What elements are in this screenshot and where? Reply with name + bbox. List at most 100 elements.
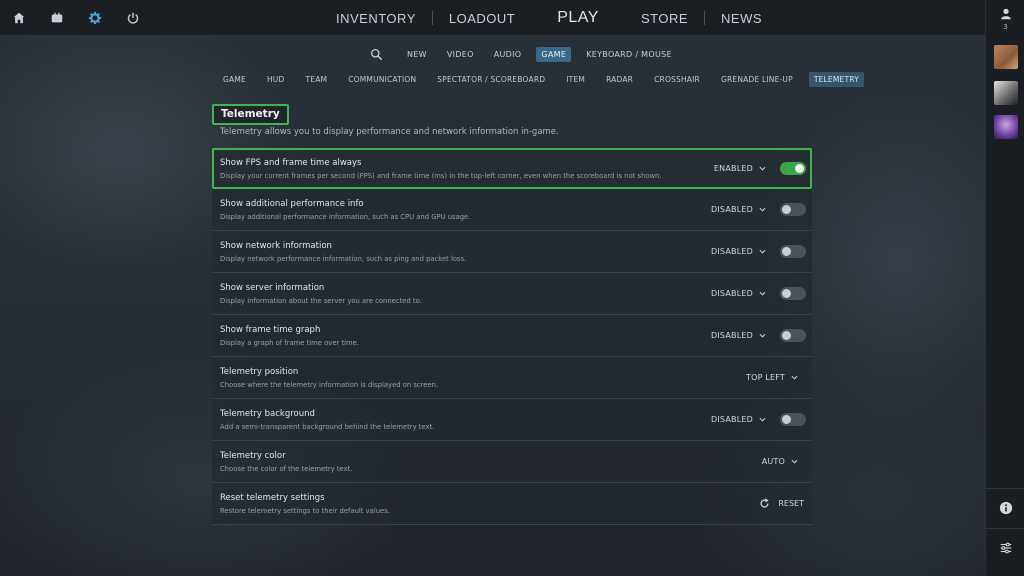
toggle-knob bbox=[782, 247, 791, 256]
info-icon bbox=[999, 501, 1012, 515]
friend-avatar[interactable] bbox=[994, 45, 1018, 69]
friend-avatar[interactable] bbox=[994, 115, 1018, 139]
setting-dropdown[interactable]: DISABLED bbox=[711, 415, 766, 424]
setting-row-server-info[interactable]: Show server information Display informat… bbox=[212, 273, 812, 315]
toggle-knob bbox=[782, 289, 791, 298]
settings-button[interactable] bbox=[76, 0, 114, 36]
category-item[interactable]: ITEM bbox=[561, 72, 590, 87]
home-icon bbox=[13, 12, 25, 24]
setting-toggle[interactable] bbox=[780, 329, 806, 342]
chevron-down-icon bbox=[759, 249, 766, 254]
setting-row-telemetry-background[interactable]: Telemetry background Add a semi-transpar… bbox=[212, 399, 812, 441]
chevron-down-icon bbox=[759, 166, 766, 171]
setting-dropdown[interactable]: DISABLED bbox=[711, 247, 766, 256]
setting-description: Display network performance information,… bbox=[220, 255, 467, 263]
toggle-knob bbox=[782, 331, 791, 340]
section-description: Telemetry allows you to display performa… bbox=[220, 127, 559, 137]
top-icon-group bbox=[0, 0, 152, 36]
power-icon bbox=[127, 12, 139, 24]
setting-value: TOP LEFT bbox=[745, 373, 785, 382]
nav-play[interactable]: PLAY bbox=[531, 9, 625, 27]
setting-row-telemetry-color[interactable]: Telemetry color Choose the color of the … bbox=[212, 441, 812, 483]
setting-description: Display information about the server you… bbox=[220, 297, 422, 305]
tab-audio[interactable]: AUDIO bbox=[489, 47, 527, 62]
main-nav: INVENTORY LOADOUT PLAY STORE NEWS bbox=[320, 0, 778, 36]
setting-description: Choose where the telemetry information i… bbox=[220, 381, 439, 389]
category-grenade-lineup[interactable]: GRENADE LINE-UP bbox=[716, 72, 798, 87]
top-bar: INVENTORY LOADOUT PLAY STORE NEWS bbox=[0, 0, 985, 36]
toggle-knob bbox=[782, 205, 791, 214]
setting-dropdown[interactable]: TOP LEFT bbox=[746, 373, 798, 382]
sliders-button[interactable] bbox=[986, 540, 1024, 559]
category-hud[interactable]: HUD bbox=[262, 72, 290, 87]
info-button[interactable] bbox=[986, 500, 1024, 519]
category-communication[interactable]: COMMUNICATION bbox=[343, 72, 421, 87]
setting-description: Display your current frames per second (… bbox=[220, 172, 662, 180]
settings-list: Show FPS and frame time always Display y… bbox=[212, 148, 812, 525]
setting-row-network-info[interactable]: Show network information Display network… bbox=[212, 231, 812, 273]
friends-button[interactable]: 3 bbox=[986, 6, 1024, 31]
setting-row-show-fps[interactable]: Show FPS and frame time always Display y… bbox=[212, 148, 812, 189]
category-crosshair[interactable]: CROSSHAIR bbox=[649, 72, 705, 87]
setting-label: Telemetry position bbox=[220, 367, 299, 377]
search-button[interactable] bbox=[370, 48, 392, 61]
home-button[interactable] bbox=[0, 0, 38, 36]
rail-divider bbox=[986, 488, 1024, 489]
setting-toggle[interactable] bbox=[780, 413, 806, 426]
setting-value: DISABLED bbox=[711, 247, 753, 256]
search-icon bbox=[370, 48, 383, 60]
reset-button[interactable]: RESET bbox=[759, 498, 804, 509]
category-telemetry[interactable]: TELEMETRY bbox=[808, 71, 864, 87]
setting-description: Choose the color of the telemetry text. bbox=[220, 465, 353, 473]
setting-dropdown[interactable]: DISABLED bbox=[711, 331, 766, 340]
category-team[interactable]: TEAM bbox=[300, 72, 332, 87]
setting-dropdown[interactable]: ENABLED bbox=[714, 164, 766, 173]
setting-value: DISABLED bbox=[711, 415, 753, 424]
nav-loadout[interactable]: LOADOUT bbox=[433, 11, 531, 26]
tab-game[interactable]: GAME bbox=[536, 46, 572, 62]
nav-inventory[interactable]: INVENTORY bbox=[320, 11, 432, 26]
friend-avatar[interactable] bbox=[994, 81, 1018, 105]
refresh-icon bbox=[760, 498, 769, 508]
rail-divider bbox=[986, 528, 1024, 529]
tab-new[interactable]: NEW bbox=[402, 47, 432, 62]
chevron-down-icon bbox=[759, 417, 766, 422]
category-spectator-scoreboard[interactable]: SPECTATOR / SCOREBOARD bbox=[432, 72, 550, 87]
gear-icon bbox=[88, 11, 102, 25]
setting-label: Show additional performance info bbox=[220, 199, 364, 209]
setting-row-additional-performance[interactable]: Show additional performance info Display… bbox=[212, 189, 812, 231]
setting-label: Telemetry color bbox=[220, 451, 286, 461]
setting-value: DISABLED bbox=[711, 331, 753, 340]
setting-toggle[interactable] bbox=[780, 203, 806, 216]
category-nav: GAME HUD TEAM COMMUNICATION SPECTATOR / … bbox=[218, 70, 864, 88]
toggle-knob bbox=[782, 415, 791, 424]
chevron-down-icon bbox=[791, 375, 798, 380]
setting-label: Show network information bbox=[220, 241, 332, 251]
friends-rail: 3 bbox=[985, 0, 1024, 576]
nav-store[interactable]: STORE bbox=[625, 11, 704, 26]
power-button[interactable] bbox=[114, 0, 152, 36]
tab-video[interactable]: VIDEO bbox=[442, 47, 479, 62]
setting-description: Display additional performance informati… bbox=[220, 213, 471, 221]
setting-dropdown[interactable]: AUTO bbox=[762, 457, 798, 466]
setting-toggle[interactable] bbox=[780, 287, 806, 300]
setting-row-frame-time-graph[interactable]: Show frame time graph Display a graph of… bbox=[212, 315, 812, 357]
category-radar[interactable]: RADAR bbox=[601, 72, 638, 87]
setting-toggle[interactable] bbox=[780, 162, 806, 175]
setting-row-reset[interactable]: Reset telemetry settings Restore telemet… bbox=[212, 483, 812, 525]
setting-dropdown[interactable]: DISABLED bbox=[711, 289, 766, 298]
setting-row-telemetry-position[interactable]: Telemetry position Choose where the tele… bbox=[212, 357, 812, 399]
setting-value: AUTO bbox=[761, 457, 785, 466]
setting-dropdown[interactable]: DISABLED bbox=[711, 205, 766, 214]
nav-news[interactable]: NEWS bbox=[705, 11, 778, 26]
friend-count: 3 bbox=[1003, 23, 1008, 31]
category-game[interactable]: GAME bbox=[218, 72, 251, 87]
setting-toggle[interactable] bbox=[780, 245, 806, 258]
tab-keyboard-mouse[interactable]: KEYBOARD / MOUSE bbox=[581, 47, 677, 62]
reset-label: RESET bbox=[778, 499, 804, 508]
setting-label: Show FPS and frame time always bbox=[220, 158, 362, 168]
tv-icon bbox=[51, 12, 63, 23]
tv-button[interactable] bbox=[38, 0, 76, 36]
chevron-down-icon bbox=[759, 207, 766, 212]
chevron-down-icon bbox=[759, 333, 766, 338]
